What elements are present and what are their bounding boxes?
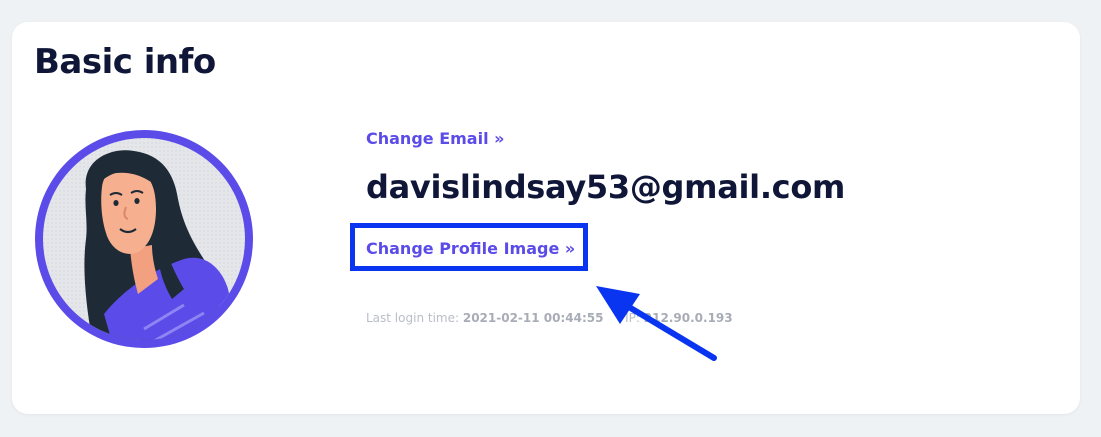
avatar-illustration — [35, 130, 253, 348]
section-title: Basic info — [34, 42, 216, 82]
page: Basic info Change Email » davislindsay53… — [0, 0, 1101, 437]
account-email: davislindsay53@gmail.com — [366, 168, 846, 206]
avatar[interactable] — [34, 129, 254, 349]
change-profile-image-link[interactable]: Change Profile Image » — [366, 239, 575, 258]
pointer-arrow-icon — [596, 286, 717, 361]
change-email-link[interactable]: Change Email » — [366, 129, 504, 148]
last-login-label: Last login time: — [366, 311, 460, 325]
last-login-value: 2021-02-11 00:44:55 — [462, 311, 604, 325]
